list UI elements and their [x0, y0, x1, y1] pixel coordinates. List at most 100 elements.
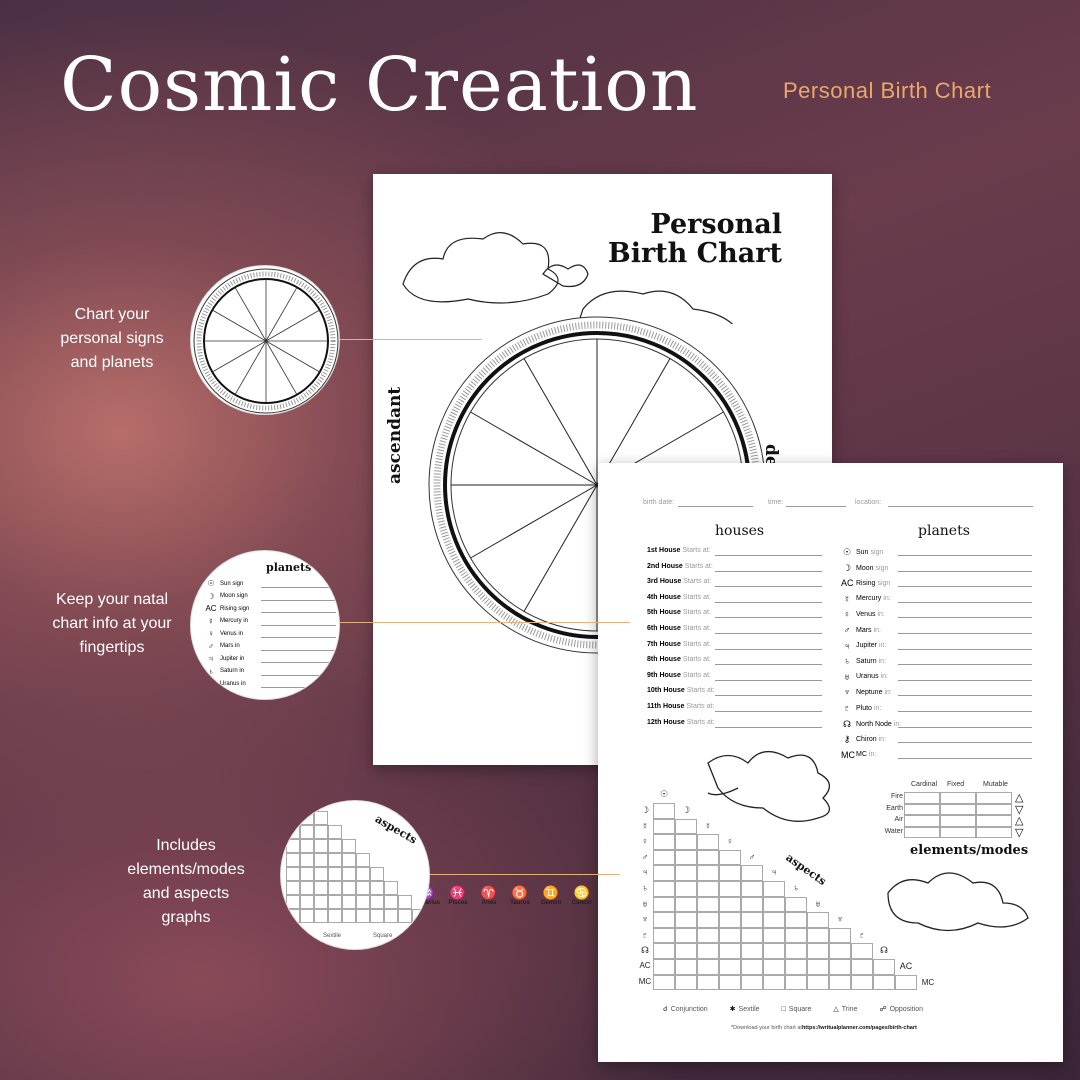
aspect-cell[interactable]	[697, 959, 719, 975]
aspect-cell[interactable]	[719, 974, 741, 991]
aspect-cell[interactable]	[675, 849, 697, 866]
element-mode-cell[interactable]	[976, 826, 1012, 838]
aspect-cell[interactable]	[653, 849, 675, 866]
aspect-cell[interactable]	[653, 834, 675, 850]
aspect-cell[interactable]	[653, 818, 675, 835]
aspect-cell[interactable]	[697, 912, 719, 928]
aspect-cell[interactable]	[675, 881, 697, 897]
aspect-cell[interactable]	[675, 974, 697, 991]
aspect-cell[interactable]	[829, 943, 851, 959]
aspect-cell[interactable]	[851, 943, 873, 959]
aspect-cell[interactable]	[763, 896, 785, 913]
aspect-cell[interactable]	[741, 959, 763, 975]
aspect-cell[interactable]	[653, 959, 675, 975]
aspect-cell[interactable]	[653, 927, 675, 944]
aspect-cell[interactable]	[873, 974, 895, 991]
house-field[interactable]	[715, 648, 822, 650]
aspect-cell[interactable]	[719, 912, 741, 928]
aspect-cell[interactable]	[763, 881, 785, 897]
planet-field[interactable]	[898, 742, 1032, 744]
time-field[interactable]	[786, 506, 846, 507]
aspect-cell[interactable]	[653, 896, 675, 913]
aspect-cell[interactable]	[697, 865, 719, 881]
element-mode-cell[interactable]	[976, 815, 1012, 827]
aspect-cell[interactable]	[675, 834, 697, 850]
location-field[interactable]	[888, 506, 1033, 507]
aspect-cell[interactable]	[653, 881, 675, 897]
aspect-cell[interactable]	[829, 974, 851, 991]
aspect-cell[interactable]	[675, 959, 697, 975]
planet-field[interactable]	[898, 757, 1032, 759]
aspect-cell[interactable]	[697, 849, 719, 866]
planet-field[interactable]	[898, 586, 1032, 588]
house-field[interactable]	[715, 664, 822, 666]
aspect-cell[interactable]	[697, 927, 719, 944]
aspect-cell[interactable]	[675, 896, 697, 913]
element-mode-cell[interactable]	[904, 792, 940, 804]
aspect-cell[interactable]	[675, 865, 697, 881]
aspect-cell[interactable]	[697, 896, 719, 913]
aspect-cell[interactable]	[829, 959, 851, 975]
aspect-cell[interactable]	[785, 912, 807, 928]
element-mode-cell[interactable]	[940, 815, 976, 827]
house-field[interactable]	[715, 695, 822, 697]
aspect-cell[interactable]	[719, 927, 741, 944]
footer-link[interactable]: https://writualplanner.com/pages/birth-c…	[802, 1025, 917, 1031]
aspect-cell[interactable]	[873, 959, 895, 975]
aspect-cell[interactable]	[807, 943, 829, 959]
aspect-cell[interactable]	[719, 849, 741, 866]
aspect-cell[interactable]	[851, 959, 873, 975]
aspect-cell[interactable]	[675, 818, 697, 835]
aspect-cell[interactable]	[807, 974, 829, 991]
house-field[interactable]	[715, 711, 822, 712]
element-mode-cell[interactable]	[940, 803, 976, 815]
aspect-cell[interactable]	[785, 974, 807, 991]
planet-field[interactable]	[898, 617, 1032, 619]
aspect-cell[interactable]	[741, 896, 763, 913]
aspect-cell[interactable]	[653, 943, 675, 959]
house-field[interactable]	[715, 601, 822, 603]
aspect-cell[interactable]	[653, 974, 675, 991]
aspect-cell[interactable]	[741, 865, 763, 881]
element-mode-cell[interactable]	[904, 826, 940, 838]
aspect-cell[interactable]	[719, 881, 741, 897]
planet-field[interactable]	[898, 570, 1032, 572]
aspect-cell[interactable]	[763, 943, 785, 959]
aspect-cell[interactable]	[763, 974, 785, 991]
aspect-cell[interactable]	[653, 865, 675, 881]
planet-field[interactable]	[898, 726, 1032, 728]
planet-field[interactable]	[898, 679, 1032, 681]
house-field[interactable]	[715, 570, 822, 572]
aspect-cell[interactable]	[719, 943, 741, 959]
aspect-cell[interactable]	[697, 943, 719, 959]
aspect-cell[interactable]	[675, 912, 697, 928]
house-field[interactable]	[715, 633, 822, 634]
aspect-cell[interactable]	[785, 927, 807, 944]
aspect-cell[interactable]	[829, 927, 851, 944]
planet-field[interactable]	[898, 695, 1032, 697]
aspect-cell[interactable]	[763, 927, 785, 944]
planet-field[interactable]	[898, 648, 1032, 650]
aspect-cell[interactable]	[675, 943, 697, 959]
aspect-cell[interactable]	[697, 881, 719, 897]
aspect-cell[interactable]	[719, 896, 741, 913]
aspect-cell[interactable]	[741, 881, 763, 897]
aspect-cell[interactable]	[675, 927, 697, 944]
aspect-cell[interactable]	[763, 959, 785, 975]
element-mode-cell[interactable]	[940, 792, 976, 804]
aspect-cell[interactable]	[719, 959, 741, 975]
element-mode-cell[interactable]	[976, 792, 1012, 804]
aspect-cell[interactable]	[741, 974, 763, 991]
aspect-cell[interactable]	[785, 959, 807, 975]
aspect-cell[interactable]	[653, 912, 675, 928]
aspect-cell[interactable]	[807, 959, 829, 975]
aspect-cell[interactable]	[785, 943, 807, 959]
aspect-cell[interactable]	[741, 943, 763, 959]
planet-field[interactable]	[898, 601, 1032, 603]
aspect-cell[interactable]	[741, 927, 763, 944]
element-mode-cell[interactable]	[904, 815, 940, 827]
aspect-cell[interactable]	[785, 896, 807, 913]
aspect-cell[interactable]	[697, 834, 719, 850]
aspect-cell[interactable]	[719, 865, 741, 881]
element-mode-cell[interactable]	[904, 803, 940, 815]
